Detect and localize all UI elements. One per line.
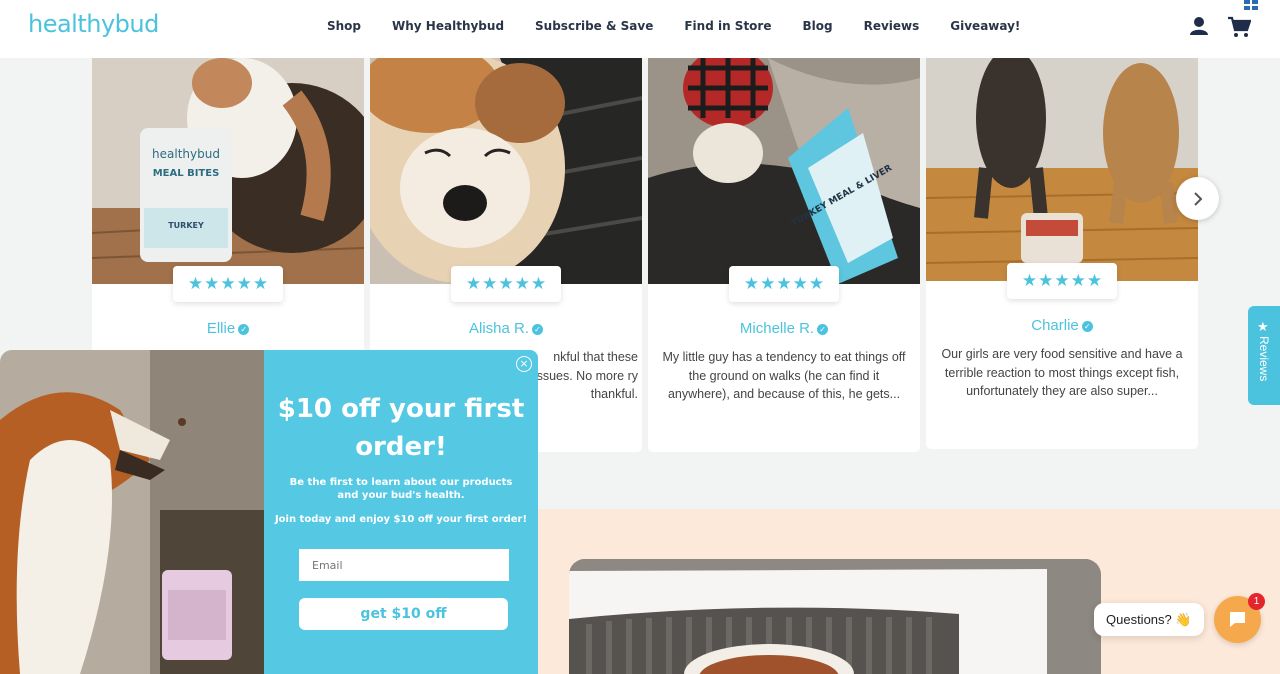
verified-icon: ✓ bbox=[817, 324, 829, 335]
reviews-tab-label: Reviews bbox=[1257, 336, 1271, 382]
star-icon: ★ bbox=[204, 273, 220, 294]
close-popup-button[interactable]: × bbox=[516, 356, 532, 372]
review-card[interactable]: ★ ★ ★ ★ ★ Charlie ✓ Our girls are very food s… bbox=[926, 58, 1198, 449]
reviewer-name: Charlie ✓ bbox=[926, 317, 1198, 334]
star-rating: ★ ★ ★ ★ ★ bbox=[173, 266, 283, 302]
star-icon: ★ bbox=[1021, 270, 1038, 291]
review-text: Our girls are very food sensitive and ha… bbox=[941, 347, 1183, 398]
logo[interactable]: healthybud bbox=[28, 10, 159, 38]
carousel-next-button[interactable] bbox=[1176, 177, 1219, 220]
star-icon: ★ bbox=[808, 273, 825, 294]
star-icon: ★ bbox=[1038, 270, 1054, 291]
star-rating: ★ ★ ★ ★ ★ bbox=[1007, 263, 1117, 299]
nav-why-healthybud[interactable]: Why Healthybud bbox=[392, 19, 504, 33]
star-rating: ★ ★ ★ ★ ★ bbox=[729, 266, 839, 302]
star-icon: ★ bbox=[530, 273, 547, 294]
review-text: My little guy has a tendency to eat thin… bbox=[662, 350, 906, 401]
cart-icon[interactable] bbox=[1227, 16, 1251, 38]
email-field[interactable] bbox=[299, 549, 509, 581]
nav-giveaway[interactable]: Giveaway! bbox=[950, 19, 1020, 33]
reviewer-name: Ellie ✓ bbox=[92, 320, 364, 337]
food-bowl-image bbox=[569, 559, 1101, 674]
popup-dog-image bbox=[0, 350, 264, 674]
star-icon: ★ bbox=[514, 273, 530, 294]
star-icon: ★ bbox=[760, 273, 776, 294]
star-icon: ★ bbox=[1054, 270, 1070, 291]
bag-flavor-text: TURKEY bbox=[168, 221, 204, 230]
star-rating: ★ ★ ★ ★ ★ bbox=[451, 266, 561, 302]
reviewer-name: Alisha R. ✓ bbox=[370, 320, 642, 337]
get-discount-button[interactable]: get $10 off bbox=[299, 598, 508, 630]
popup-subtext: Be the first to learn about our products… bbox=[289, 477, 513, 501]
verified-icon: ✓ bbox=[238, 324, 250, 335]
verified-icon: ✓ bbox=[532, 324, 544, 335]
reviews-side-tab[interactable]: ★ Reviews bbox=[1248, 306, 1280, 405]
star-icon: ★ bbox=[220, 273, 236, 294]
review-photo: healthybud MEAL BITES TURKEY bbox=[92, 58, 364, 284]
notification-badge: 1 bbox=[1248, 593, 1265, 610]
nav-blog[interactable]: Blog bbox=[802, 19, 832, 33]
star-icon: ★ bbox=[743, 273, 760, 294]
nav-reviews[interactable]: Reviews bbox=[864, 19, 920, 33]
bag-product-text: MEAL BITES bbox=[153, 168, 220, 179]
chat-icon bbox=[1230, 612, 1245, 627]
verified-icon: ✓ bbox=[1081, 321, 1093, 332]
star-icon: ★ bbox=[252, 273, 269, 294]
star-icon: ★ bbox=[465, 273, 482, 294]
review-photo: TURKEY MEAL & LIVER bbox=[648, 58, 920, 284]
apps-grid-icon[interactable] bbox=[1244, 0, 1258, 10]
account-icon[interactable] bbox=[1189, 16, 1209, 36]
star-icon: ★ bbox=[187, 273, 204, 294]
star-icon: ★ bbox=[498, 273, 514, 294]
nav-shop[interactable]: Shop bbox=[327, 19, 361, 33]
review-card[interactable]: TURKEY MEAL & LIVER ★ ★ ★ ★ ★ Michelle R. ✓ M… bbox=[648, 58, 920, 452]
star-icon: ★ bbox=[1257, 320, 1269, 335]
main-nav: Shop Why Healthybud Subscribe & Save Fin… bbox=[327, 19, 1051, 33]
star-icon: ★ bbox=[776, 273, 792, 294]
chevron-right-icon bbox=[1193, 191, 1202, 206]
chat-launcher-button[interactable]: 1 bbox=[1214, 593, 1265, 643]
popup-offer-text: Join today and enjoy $10 off your first … bbox=[274, 514, 528, 525]
nav-find-in-store[interactable]: Find in Store bbox=[684, 19, 771, 33]
star-icon: ★ bbox=[1070, 270, 1086, 291]
reviewer-name: Michelle R. ✓ bbox=[648, 320, 920, 337]
star-icon: ★ bbox=[236, 273, 252, 294]
star-icon: ★ bbox=[1086, 270, 1103, 291]
review-photo bbox=[370, 58, 642, 284]
bag-brand-text: healthybud bbox=[152, 147, 220, 161]
nav-subscribe-save[interactable]: Subscribe & Save bbox=[535, 19, 653, 33]
review-photo bbox=[926, 58, 1198, 281]
popup-headline: $10 off your first order! bbox=[277, 394, 525, 462]
site-header: healthybud Shop Why Healthybud Subscribe… bbox=[0, 0, 1280, 58]
star-icon: ★ bbox=[792, 273, 808, 294]
discount-popup: × $10 off your first order! Be the first… bbox=[264, 350, 538, 674]
chat-prompt-bubble[interactable]: Questions? 👋 bbox=[1094, 603, 1204, 636]
star-icon: ★ bbox=[482, 273, 498, 294]
